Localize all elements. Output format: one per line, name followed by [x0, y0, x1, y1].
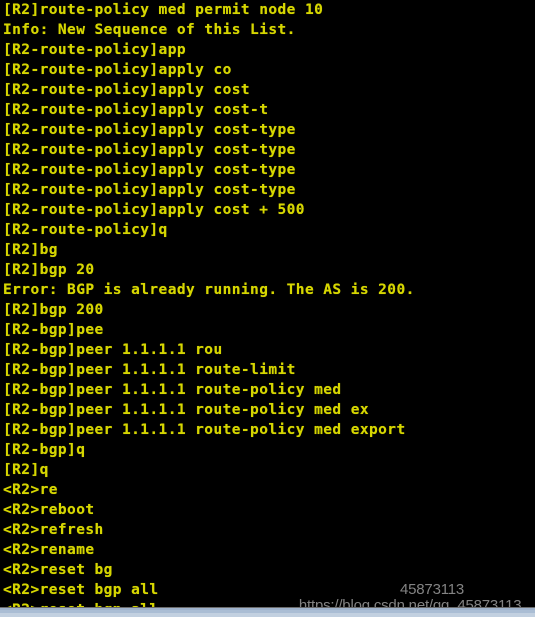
console-line: [R2-route-policy]apply cost — [3, 82, 251, 98]
console-line: <R2>reset bg — [3, 562, 113, 578]
console-line-partial: <R2>reset bgp all — [3, 600, 535, 607]
console-line: [R2-bgp]peer 1.1.1.1 route-policy med — [3, 382, 342, 398]
console-line: [R2-bgp]pee — [3, 322, 104, 338]
terminal-console[interactable]: [R2]route-policy med permit node 10 Info… — [0, 0, 535, 607]
console-line: [R2-route-policy]apply cost-type — [3, 122, 296, 138]
console-line: [R2]q — [3, 462, 49, 478]
console-line: [R2-route-policy]apply co — [3, 62, 232, 78]
console-line: [R2]route-policy med permit node 10 — [3, 2, 324, 18]
console-line: [R2-route-policy]apply cost-t — [3, 102, 269, 118]
console-line: [R2-bgp]q — [3, 442, 86, 458]
console-line: <R2>reset bgp all — [3, 582, 159, 598]
console-line-error: Error: BGP is already running. The AS is… — [3, 282, 415, 298]
console-line-info: Info: New Sequence of this List. — [3, 22, 296, 38]
console-line: [R2-bgp]peer 1.1.1.1 rou — [3, 342, 223, 358]
console-line: <R2>refresh — [3, 522, 104, 538]
console-line: [R2-route-policy]apply cost-type — [3, 182, 296, 198]
console-line: [R2-route-policy]app — [3, 42, 186, 58]
console-line: <R2>rename — [3, 542, 95, 558]
console-line: [R2]bgp 20 — [3, 262, 95, 278]
console-line: [R2-bgp]peer 1.1.1.1 route-limit — [3, 362, 296, 378]
console-line: [R2-bgp]peer 1.1.1.1 route-policy med ex — [3, 402, 369, 418]
console-line: [R2]bgp 200 — [3, 302, 104, 318]
console-line: [R2-route-policy]apply cost + 500 — [3, 202, 305, 218]
console-line: [R2-route-policy]apply cost-type — [3, 162, 296, 178]
console-line: [R2]bg — [3, 242, 58, 258]
window-status-bar — [0, 607, 535, 617]
console-line: <R2>re — [3, 482, 58, 498]
console-line: <R2>reboot — [3, 502, 95, 518]
console-line: [R2-route-policy]apply cost-type — [3, 142, 296, 158]
console-line: [R2-route-policy]q — [3, 222, 168, 238]
console-line: [R2-bgp]peer 1.1.1.1 route-policy med ex… — [3, 422, 406, 438]
console-output: [R2]route-policy med permit node 10 Info… — [3, 0, 535, 607]
